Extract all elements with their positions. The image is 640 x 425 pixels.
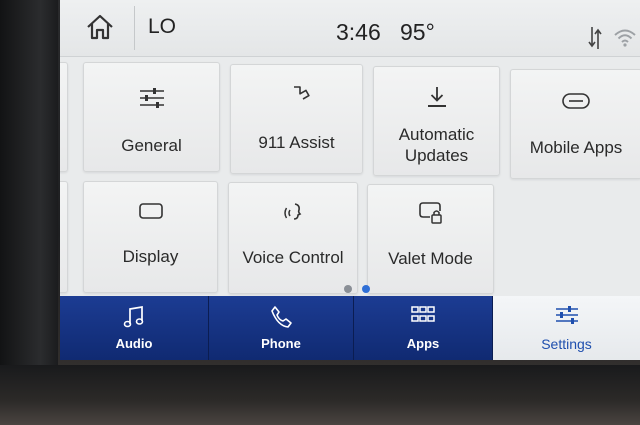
tile-911-assist[interactable]: 911 Assist	[230, 64, 363, 174]
voice-icon	[284, 203, 302, 220]
bezel-left	[0, 0, 58, 425]
nav-settings[interactable]: Settings	[493, 296, 640, 360]
tile-mobile-apps-label: Mobile Apps	[529, 138, 623, 157]
tile-general[interactable]: General	[83, 62, 220, 172]
tile-display[interactable]: Display	[83, 181, 218, 293]
tile-automatic-updates[interactable]: Automatic Updates	[373, 66, 500, 176]
nav-phone[interactable]: Phone	[209, 296, 354, 360]
nav-settings-label: Settings	[541, 336, 592, 352]
settings-tiles: General 911 Assist Automatic Updates Mob…	[60, 56, 640, 296]
tile-valet-mode[interactable]: Valet Mode	[367, 184, 494, 294]
infotainment-screen: LO 3:46 95° General 911 Assist Automatic…	[60, 0, 640, 360]
wifi-icon	[613, 27, 637, 47]
bezel-bottom	[0, 365, 640, 425]
tile-automatic-updates-label-line2: Updates	[404, 146, 469, 165]
lock-display-icon	[418, 202, 442, 224]
sliders-icon	[139, 88, 164, 108]
tile-automatic-updates-label-line1: Automatic	[398, 125, 475, 144]
display-icon	[138, 203, 163, 219]
tile-911-assist-label: 911 Assist	[258, 133, 335, 152]
tile-mobile-apps[interactable]: Mobile Apps	[510, 69, 640, 179]
music-note-icon	[123, 305, 144, 328]
sliders-icon	[555, 306, 578, 324]
nav-audio[interactable]: Audio	[60, 296, 209, 360]
apps-grid-icon	[411, 306, 435, 322]
previous-page-tile-edge	[60, 62, 68, 172]
page-dot-2-active[interactable]	[362, 285, 370, 293]
home-button[interactable]	[84, 12, 116, 42]
tile-voice-control-label: Voice Control	[242, 248, 344, 267]
outside-temperature: 95°	[400, 19, 435, 45]
emergency-asterisk-icon	[293, 86, 310, 100]
nav-apps[interactable]: Apps	[354, 296, 493, 360]
phone-icon	[271, 306, 292, 328]
tile-display-label: Display	[122, 247, 179, 266]
tile-valet-mode-label: Valet Mode	[388, 249, 473, 268]
page-indicator	[339, 280, 375, 293]
status-divider	[134, 6, 135, 50]
sort-arrows-icon	[588, 25, 602, 51]
bottom-nav-bar: Audio Phone Apps Settings	[60, 296, 640, 360]
page-dot-1[interactable]	[344, 285, 352, 293]
climate-setting[interactable]: LO	[148, 15, 176, 39]
house-icon	[87, 14, 113, 40]
nav-phone-label: Phone	[261, 336, 301, 351]
link-icon	[562, 93, 590, 109]
tile-general-label: General	[121, 136, 182, 155]
status-bar: LO 3:46 95°	[60, 0, 640, 57]
nav-audio-label: Audio	[115, 336, 153, 351]
previous-page-tile-edge	[60, 181, 68, 293]
tile-voice-control[interactable]: Voice Control	[228, 182, 358, 294]
nav-apps-label: Apps	[406, 336, 440, 351]
clock: 3:46	[336, 19, 381, 45]
download-icon	[427, 87, 446, 107]
